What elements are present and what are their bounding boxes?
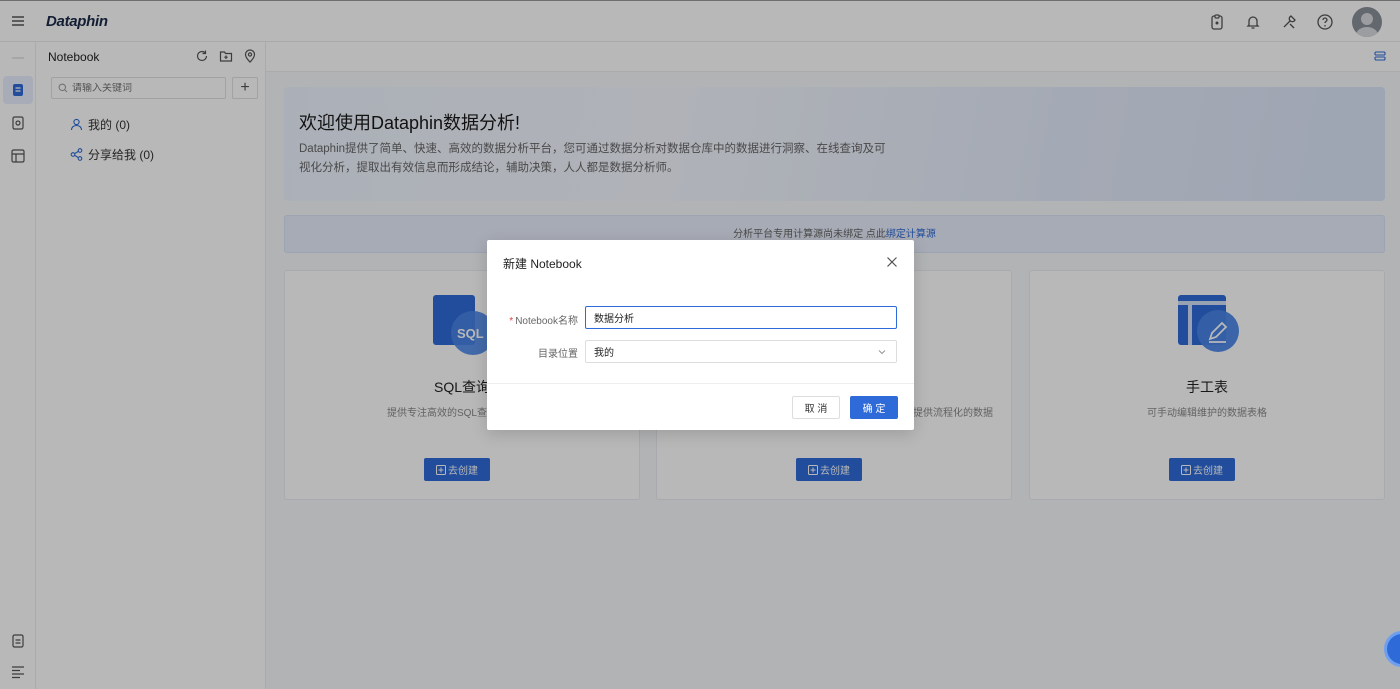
select-value: 我的 — [594, 348, 614, 359]
dialog-title: 新建 Notebook — [503, 257, 582, 271]
notebook-name-input[interactable] — [585, 306, 897, 329]
required-mark: * — [509, 316, 514, 327]
notebook-name-label: * Notebook名称 — [503, 312, 578, 327]
cancel-button[interactable]: 取 消 — [792, 396, 840, 419]
label-text: Notebook名称 — [515, 316, 578, 327]
confirm-button[interactable]: 确 定 — [850, 396, 898, 419]
location-label: 目录位置 — [538, 349, 578, 360]
close-icon[interactable] — [886, 256, 898, 268]
chevron-down-icon — [878, 350, 886, 355]
location-select[interactable]: 我的 — [585, 340, 897, 363]
dialog-divider — [487, 383, 914, 384]
new-notebook-dialog: 新建 Notebook *Notebook名称 目录位置 我的 取 消 确 定 — [487, 240, 914, 430]
